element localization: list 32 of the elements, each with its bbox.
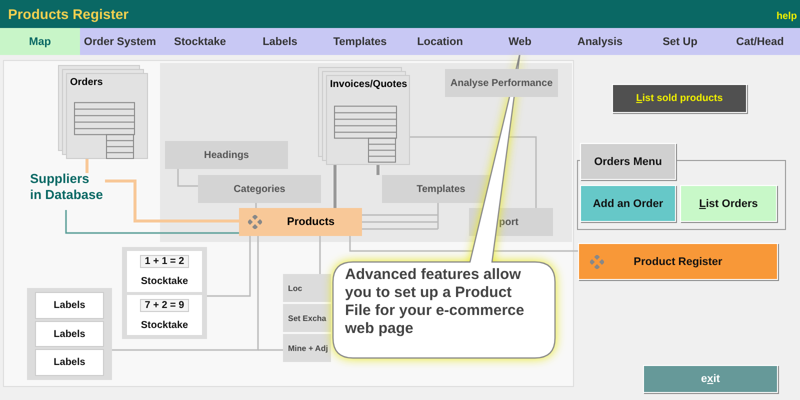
label-card[interactable]: Labels: [35, 349, 104, 376]
map-node[interactable]: Mine + Adj: [283, 334, 331, 362]
map-node[interactable]: Loc: [283, 274, 331, 302]
connector-line: [255, 203, 257, 208]
stocktake-card[interactable]: 1 + 1 = 2 Stocktake: [127, 251, 202, 292]
action-button[interactable]: Add an Order: [580, 185, 676, 222]
document-title: Invoices/Quotes: [330, 79, 408, 90]
suppliers-label[interactable]: Suppliers in Database: [30, 171, 103, 203]
callout-text: Advanced features allow you to set up a Product File for your e-commerce web page: [345, 266, 526, 338]
action-button[interactable]: List Orders: [680, 185, 777, 222]
stocktake-label: Stocktake: [140, 276, 188, 288]
orders-menu-button[interactable]: Orders Menu: [580, 143, 676, 180]
label-card[interactable]: Labels: [35, 320, 104, 348]
map-node[interactable]: Analyse Performance: [445, 69, 558, 97]
map-node[interactable]: Headings: [165, 141, 288, 169]
document-title: Orders: [70, 77, 103, 88]
sum-label: 7 + 2 = 9: [140, 298, 190, 312]
sum-label: 1 + 1 = 2: [140, 255, 190, 268]
map-node[interactable]: Categories: [198, 175, 321, 203]
stocktake-card[interactable]: 7 + 2 = 9 Stocktake: [127, 294, 202, 335]
diamond-icon: [248, 215, 262, 229]
stocktake-label: Stocktake: [140, 320, 188, 331]
map-node[interactable]: Set Excha: [283, 304, 331, 332]
help-link[interactable]: help: [776, 10, 797, 22]
action-button[interactable]: Product Register: [578, 243, 778, 280]
action-button[interactable]: List sold products: [612, 84, 747, 113]
nav-tab[interactable]: Map: [0, 28, 80, 55]
products-label: Products: [287, 216, 335, 228]
label-card[interactable]: Labels: [35, 292, 104, 319]
diamond-icon: [590, 255, 604, 269]
products-node[interactable]: Products: [239, 208, 362, 236]
window-title: Products Register: [8, 6, 129, 22]
